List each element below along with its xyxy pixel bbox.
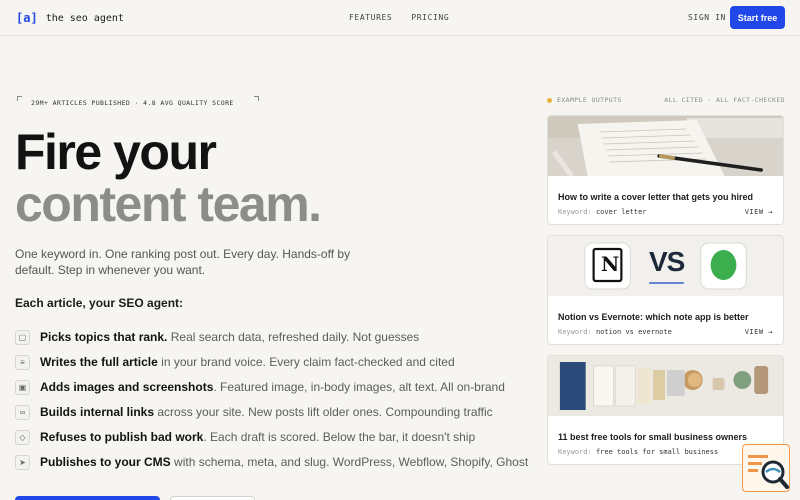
magnifier-icon [748, 455, 789, 489]
features-subheading: Each article, your SEO agent: [15, 296, 184, 310]
feature-item: ◇ Refuses to publish bad work. Each draf… [15, 427, 535, 447]
feature-description: . Featured image, in-body images, alt te… [213, 380, 505, 394]
feature-text: Picks topics that rank. Real search data… [40, 330, 419, 344]
feature-title: Refuses to publish bad work [40, 430, 204, 444]
logo-mark: [a] [16, 11, 38, 25]
example-card[interactable]: How to write a cover letter that gets yo… [547, 115, 784, 225]
keyword-value: cover letter [595, 208, 647, 216]
feature-text: Writes the full article in your brand vo… [40, 355, 455, 369]
shield-icon: ◇ [15, 429, 30, 445]
document-icon: ▢ [15, 329, 30, 345]
feature-text: Adds images and screenshots. Featured im… [40, 380, 505, 394]
feature-item: ➤ Publishes to your CMS with schema, met… [15, 452, 535, 472]
search-widget-button[interactable] [742, 444, 790, 492]
nav-links: FEATURES PRICING [349, 13, 449, 22]
feature-item: ▢ Picks topics that rank. Real search da… [15, 327, 535, 347]
feature-text: Builds internal links across your site. … [40, 405, 493, 419]
send-icon: ➤ [15, 454, 30, 470]
feature-title: Writes the full article [40, 355, 158, 369]
feature-description: with schema, meta, and slug. WordPress, … [170, 455, 529, 469]
logo[interactable]: [a] the seo agent [16, 11, 124, 25]
card-title: How to write a cover letter that gets yo… [558, 192, 754, 202]
feature-description: in your brand voice. Every claim fact-ch… [157, 355, 455, 369]
vs-text: VS [649, 246, 685, 277]
keyword-label: Keyword: [558, 328, 592, 336]
nav-features-link[interactable]: FEATURES [349, 13, 392, 22]
card-keyword: Keyword: cover letter [558, 208, 647, 216]
top-nav: [a] the seo agent FEATURES PRICING SIGN … [0, 0, 800, 36]
examples-badge: ALL CITED · ALL FACT-CHECKED [664, 96, 785, 104]
secondary-cta-button[interactable] [170, 496, 255, 500]
keyword-value: notion vs evernote [595, 328, 672, 336]
examples-label: EXAMPLE OUTPUTS [547, 96, 622, 104]
feature-title: Publishes to your CMS [40, 455, 171, 469]
feature-text: Refuses to publish bad work. Each draft … [40, 430, 475, 444]
lead-paragraph: One keyword in. One ranking post out. Ev… [15, 247, 351, 277]
feature-title: Adds images and screenshots [40, 380, 214, 394]
business-tools-image [548, 356, 783, 416]
logo-text: the seo agent [45, 12, 124, 24]
cover-letter-image [548, 116, 783, 176]
stats-strip: 29M+ ARTICLES PUBLISHED · 4.8 AVG QUALIT… [17, 96, 259, 110]
primary-cta-button[interactable] [15, 496, 160, 500]
feature-description: . Each draft is scored. Below the bar, i… [203, 430, 476, 444]
keyword-value: free tools for small business [595, 448, 719, 456]
example-card[interactable]: N VS Notion vs Evernote: which note app … [547, 235, 784, 345]
sign-in-link[interactable]: SIGN IN [688, 13, 726, 22]
card-keyword: Keyword: notion vs evernote [558, 328, 672, 336]
keyword-label: Keyword: [558, 448, 592, 456]
start-free-button[interactable]: Start free [730, 6, 785, 29]
view-link[interactable]: VIEW → [745, 208, 773, 216]
notion-icon: N [601, 252, 620, 276]
headline-line-1: Fire your [15, 124, 217, 180]
view-link[interactable]: VIEW → [745, 328, 773, 336]
feature-text: Publishes to your CMS with schema, meta,… [40, 455, 528, 469]
images-icon: ▣ [15, 379, 30, 395]
stats-text: 29M+ ARTICLES PUBLISHED · 4.8 AVG QUALIT… [31, 99, 234, 107]
feature-item: ≡ Writes the full article in your brand … [15, 352, 535, 372]
card-title: 11 best free tools for small business ow… [558, 432, 748, 442]
status-dot [547, 97, 552, 103]
feature-title: Picks topics that rank. [40, 330, 168, 344]
text-icon: ≡ [15, 354, 30, 370]
card-title: Notion vs Evernote: which note app is be… [558, 312, 749, 322]
feature-item: ▣ Adds images and screenshots. Featured … [15, 377, 535, 397]
keyword-label: Keyword: [558, 208, 592, 216]
nav-pricing-link[interactable]: PRICING [411, 13, 449, 22]
card-keyword: Keyword: free tools for small business [558, 448, 718, 456]
feature-description: across your site. New posts lift older o… [154, 405, 493, 419]
feature-item: ∞ Builds internal links across your site… [15, 402, 535, 422]
feature-description: Real search data, refreshed daily. Not g… [167, 330, 420, 344]
bracket-corner-left [17, 96, 22, 101]
link-icon: ∞ [15, 404, 30, 420]
feature-title: Builds internal links [40, 405, 155, 419]
headline-line-2: content team. [15, 176, 322, 232]
bracket-corner-right [254, 96, 259, 101]
examples-label-text: EXAMPLE OUTPUTS [557, 96, 622, 104]
